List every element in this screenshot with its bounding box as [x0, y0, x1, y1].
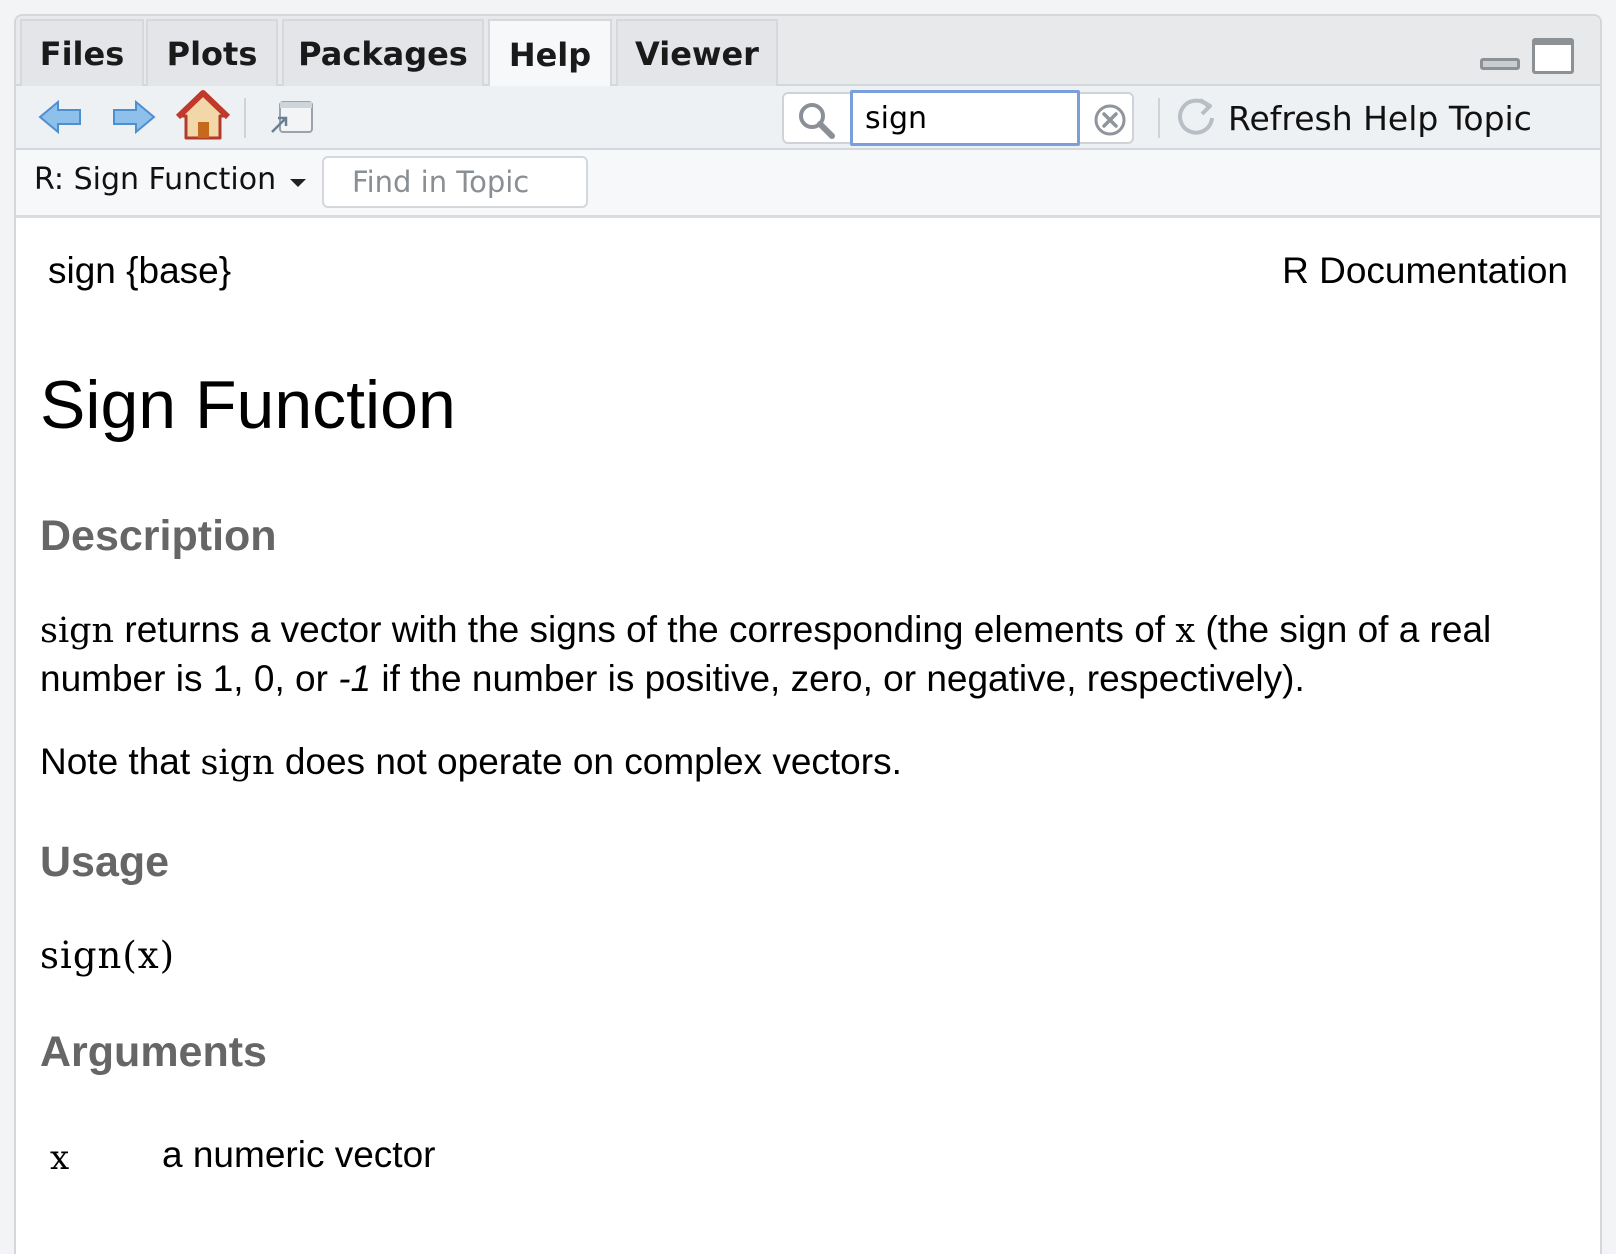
topic-toolbar: R: Sign Function: [16, 150, 1600, 218]
text-run: returns a vector with the signs of the c…: [114, 609, 1176, 650]
doc-package-label: sign {base}: [48, 250, 232, 291]
home-icon[interactable]: [176, 90, 230, 142]
help-toolbar: Refresh Help Topic: [16, 86, 1600, 150]
text-run: if the number is positive, zero, or nega…: [371, 658, 1305, 699]
usage-code-block: sign(x): [40, 934, 176, 977]
tab-plots[interactable]: Plots: [146, 19, 278, 86]
emphasis-text: -1: [338, 658, 372, 699]
description-paragraph: sign returns a vector with the signs of …: [40, 606, 1568, 702]
help-pane: Files Plots Packages Help Viewer sign Re…: [14, 14, 1602, 1254]
argument-row: x a numeric vector: [50, 1134, 436, 1178]
doc-header: sign {base} R Documentation: [48, 250, 1568, 292]
tab-bar: Files Plots Packages Help Viewer: [16, 16, 1600, 89]
inline-code: sign: [200, 743, 275, 783]
argument-description: a numeric vector: [162, 1134, 436, 1175]
toolbar-separator: [244, 98, 246, 138]
tab-packages[interactable]: Packages: [282, 19, 484, 86]
toolbar-separator: [1158, 98, 1160, 138]
tab-files[interactable]: Files: [20, 19, 144, 86]
page-title: Sign Function: [40, 367, 456, 443]
minimize-pane-icon[interactable]: [1480, 58, 1520, 70]
argument-name: x: [50, 1138, 70, 1178]
forward-arrow-icon[interactable]: [110, 94, 158, 140]
refresh-help-topic-button[interactable]: Refresh Help Topic: [1174, 94, 1532, 142]
refresh-icon: [1178, 98, 1214, 135]
back-arrow-icon[interactable]: [36, 94, 84, 140]
usage-heading: Usage: [40, 838, 170, 886]
help-search-box: [782, 90, 1134, 146]
tab-viewer[interactable]: Viewer: [616, 19, 778, 86]
search-icon: [799, 103, 835, 139]
topic-history-dropdown[interactable]: R: Sign Function: [34, 162, 307, 197]
find-in-topic-input[interactable]: [322, 156, 588, 208]
refresh-label: Refresh Help Topic: [1228, 98, 1532, 138]
inline-code: sign: [40, 611, 115, 651]
window-controls: [1480, 38, 1574, 74]
description-heading: Description: [40, 512, 277, 560]
show-in-new-window-icon[interactable]: [268, 94, 316, 140]
topic-select-label: R: Sign Function: [34, 162, 277, 197]
arguments-heading: Arguments: [40, 1028, 267, 1076]
clear-search-icon[interactable]: [1094, 104, 1126, 136]
tab-help[interactable]: Help: [488, 19, 612, 89]
maximize-pane-icon[interactable]: [1532, 38, 1574, 74]
help-search-input[interactable]: [850, 90, 1080, 146]
doc-source-label: R Documentation: [1282, 250, 1568, 291]
text-run: Note that: [40, 741, 201, 782]
chevron-down-icon: [290, 178, 307, 187]
inline-code: x: [1175, 611, 1196, 651]
help-document: sign {base} R Documentation Sign Functio…: [16, 218, 1600, 1254]
note-paragraph: Note that sign does not operate on compl…: [40, 738, 1568, 787]
text-run: does not operate on complex vectors.: [274, 741, 902, 782]
